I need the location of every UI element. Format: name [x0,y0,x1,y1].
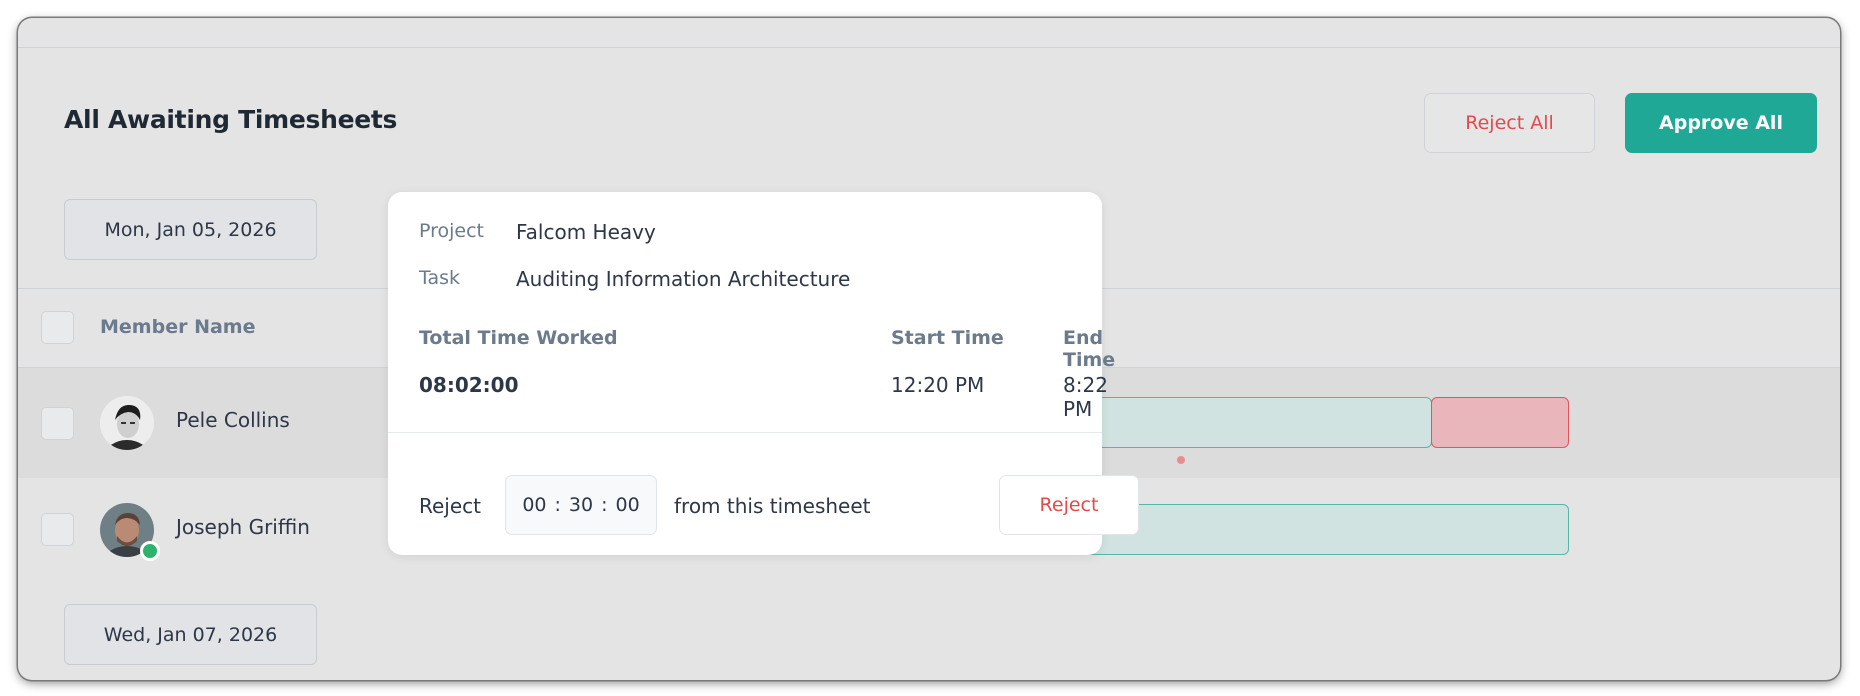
time-separator: : [554,494,561,516]
approve-all-button[interactable]: Approve All [1625,93,1817,153]
rejection-marker [1177,456,1185,464]
page-title: All Awaiting Timesheets [64,105,398,134]
start-time-label: Start Time [891,327,1004,349]
date-group-header[interactable]: Mon, Jan 05, 2026 [64,199,317,260]
member-name: Pele Collins [176,408,290,432]
reject-prefix-text: Reject [419,494,482,518]
row-checkbox[interactable] [41,407,74,440]
timesheet-bar[interactable] [1102,397,1432,448]
select-all-checkbox[interactable] [41,311,74,344]
seconds-field[interactable]: 00 [616,494,640,516]
avatar [100,503,160,561]
top-divider [18,47,1840,48]
reject-button[interactable]: Reject [999,475,1139,535]
row-checkbox[interactable] [41,513,74,546]
date-group-header[interactable]: Wed, Jan 07, 2026 [64,604,317,665]
timesheet-detail-popover: Project Falcom Heavy Task Auditing Infor… [388,192,1139,555]
start-time-value: 12:20 PM [891,373,985,397]
avatar [100,396,154,450]
reject-suffix-text: from this timesheet [674,494,871,518]
end-time-label: End Time [1063,327,1116,371]
total-time-label: Total Time Worked [419,327,618,349]
project-value: Falcom Heavy [516,220,656,244]
rejected-time-bar[interactable] [1431,397,1569,448]
total-time-value: 08:02:00 [419,373,519,397]
online-status-indicator [140,541,160,561]
task-value: Auditing Information Architecture [516,267,851,291]
reject-duration-input[interactable]: 00 : 30 : 00 [505,475,657,535]
end-time-value: 8:22 PM [1063,373,1108,421]
app-window: All Awaiting Timesheets Reject All Appro… [18,18,1840,680]
member-name: Joseph Griffin [176,515,310,539]
column-header-member-name: Member Name [100,316,256,338]
popover-divider [388,432,1102,433]
task-label: Task [419,267,461,289]
project-label: Project [419,220,485,242]
reject-all-button[interactable]: Reject All [1424,93,1595,153]
hours-field[interactable]: 00 [522,494,546,516]
time-separator: : [601,494,608,516]
minutes-field[interactable]: 30 [569,494,593,516]
